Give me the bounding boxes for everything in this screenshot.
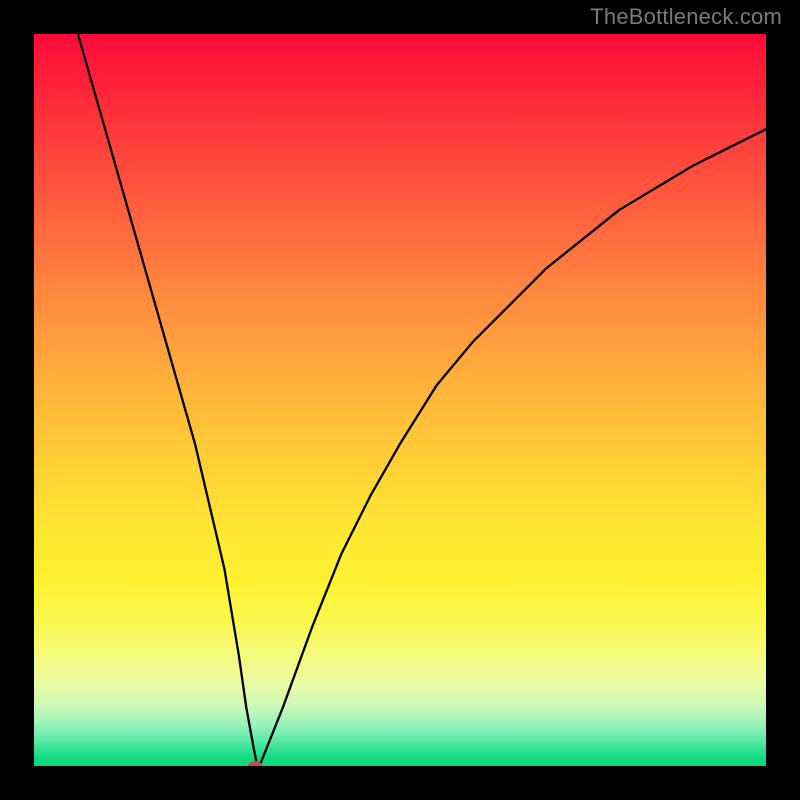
chart-plot-area: [34, 34, 766, 766]
bottleneck-curve: [34, 34, 766, 766]
watermark-text: TheBottleneck.com: [590, 4, 782, 30]
chart-frame: TheBottleneck.com: [0, 0, 800, 800]
minimum-marker: [248, 761, 262, 766]
